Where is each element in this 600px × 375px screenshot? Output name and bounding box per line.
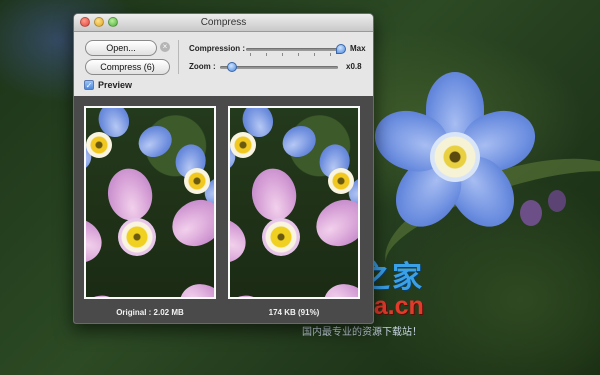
compression-slider-track[interactable] bbox=[246, 48, 342, 51]
compression-label: Compression : bbox=[189, 44, 246, 53]
preview-area: Original : 2.02 MB 174 KB (91%) bbox=[74, 96, 373, 323]
open-button[interactable]: Open... bbox=[85, 40, 157, 56]
compression-value: Max bbox=[350, 44, 366, 53]
zoom-button[interactable] bbox=[108, 17, 118, 27]
window-title: Compress bbox=[200, 17, 247, 28]
clear-icon[interactable]: × bbox=[160, 42, 170, 52]
zoom-label: Zoom : bbox=[189, 62, 216, 71]
compress-button[interactable]: Compress (6) bbox=[85, 59, 170, 75]
preview-checkbox[interactable]: ✓ bbox=[84, 80, 94, 90]
title-bar[interactable]: Compress bbox=[74, 14, 373, 32]
wallpaper-flower bbox=[367, 70, 543, 240]
minimize-button[interactable] bbox=[94, 17, 104, 27]
zoom-slider-knob[interactable] bbox=[227, 62, 237, 72]
compression-slider-knob[interactable] bbox=[336, 44, 346, 54]
flower-bud bbox=[548, 190, 566, 212]
controls-panel: Open... × Compress (6) ✓ Preview Compres… bbox=[74, 32, 373, 96]
close-button[interactable] bbox=[80, 17, 90, 27]
divider bbox=[178, 40, 179, 74]
original-size-caption: Original : 2.02 MB bbox=[116, 308, 184, 317]
zoom-value: x0.8 bbox=[346, 62, 362, 71]
compress-window: Compress Open... × Compress (6) ✓ Previe… bbox=[73, 13, 374, 324]
compressed-size-caption: 174 KB (91%) bbox=[268, 308, 320, 317]
watermark-tagline: 国内最专业的资源下载站！ bbox=[302, 327, 422, 338]
zoom-slider-track[interactable] bbox=[220, 66, 338, 69]
original-image bbox=[84, 106, 216, 299]
compressed-image bbox=[228, 106, 360, 299]
preview-label: Preview bbox=[98, 80, 133, 90]
